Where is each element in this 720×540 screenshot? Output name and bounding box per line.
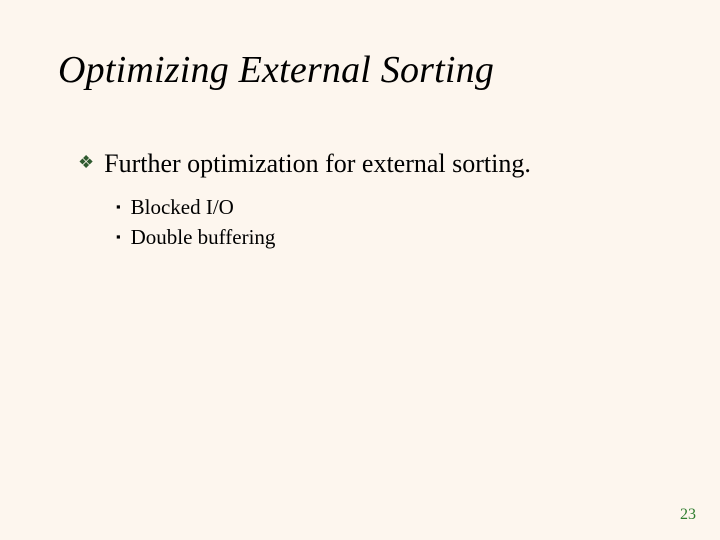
diamond-bullet-icon: ❖ <box>78 148 94 176</box>
bullet-level2: ▪ Blocked I/O <box>116 194 660 220</box>
square-bullet-icon: ▪ <box>116 224 121 250</box>
bullet-level2: ▪ Double buffering <box>116 224 660 250</box>
bullet-level2-text: Double buffering <box>131 224 276 250</box>
page-number: 23 <box>680 506 696 524</box>
sub-bullet-list: ▪ Blocked I/O ▪ Double buffering <box>116 194 660 250</box>
content-block: ❖ Further optimization for external sort… <box>78 148 660 254</box>
slide: Optimizing External Sorting ❖ Further op… <box>0 0 720 540</box>
bullet-level1: ❖ Further optimization for external sort… <box>78 148 660 180</box>
square-bullet-icon: ▪ <box>116 194 121 220</box>
slide-title: Optimizing External Sorting <box>58 48 494 92</box>
bullet-level1-text: Further optimization for external sortin… <box>104 148 531 180</box>
bullet-level2-text: Blocked I/O <box>131 194 234 220</box>
